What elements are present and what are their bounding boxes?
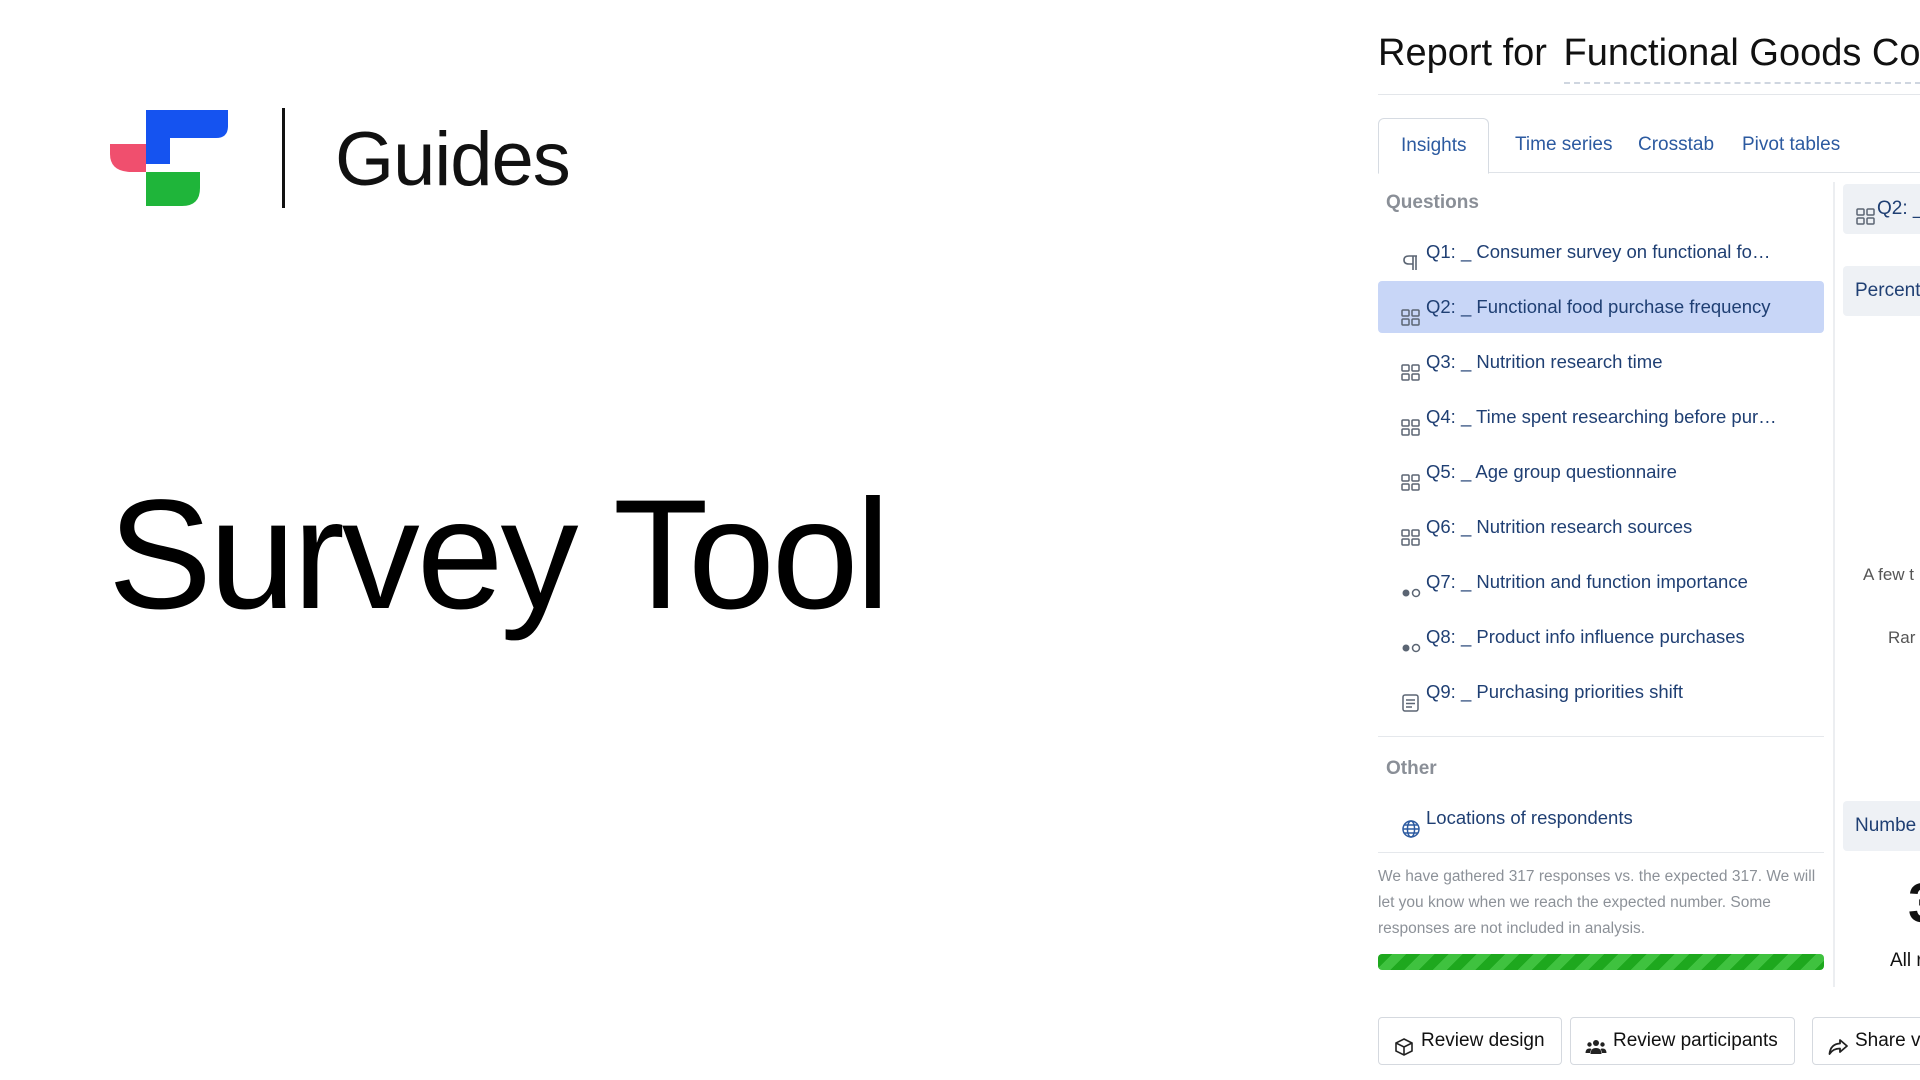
section-divider — [1378, 852, 1824, 853]
respondent-count: 3 — [1908, 870, 1920, 935]
grid-icon — [1400, 296, 1422, 326]
detail-question-tab[interactable]: Q2: _ — [1843, 184, 1920, 234]
detail-percent-tab[interactable]: Percent — [1843, 266, 1920, 316]
brand-logo — [110, 110, 228, 206]
review-participants-button[interactable]: Review participants — [1570, 1017, 1795, 1065]
company-name-field[interactable]: Functional Goods Co — [1563, 28, 1920, 84]
report-tabs: Insights Time series Crosstab Pivot tabl… — [1378, 118, 1920, 174]
grid-icon — [1855, 197, 1877, 225]
brand-divider — [282, 108, 285, 208]
paragraph-icon — [1400, 241, 1422, 271]
cube-icon — [1393, 1029, 1415, 1056]
other-item-locations[interactable]: Locations of respondents — [1378, 792, 1824, 844]
page-title: Survey Tool — [108, 468, 890, 642]
questions-heading: Questions — [1386, 192, 1479, 213]
radio-icon — [1400, 626, 1422, 653]
question-item-q7[interactable]: Q7: _ Nutrition and function importance — [1378, 556, 1824, 608]
tab-pivot-tables[interactable]: Pivot tables — [1720, 118, 1862, 172]
detail-number-tab[interactable]: Numbe — [1843, 801, 1920, 851]
question-item-q8[interactable]: Q8: _ Product info influence purchases — [1378, 611, 1824, 663]
tab-insights[interactable]: Insights — [1378, 118, 1490, 174]
question-item-q4[interactable]: Q4: _ Time spent researching before pur… — [1378, 391, 1824, 443]
section-label: Guides — [335, 117, 571, 202]
review-design-button[interactable]: Review design — [1378, 1017, 1562, 1065]
other-heading: Other — [1386, 758, 1437, 779]
list-icon — [1400, 681, 1422, 712]
section-divider — [1378, 736, 1824, 737]
title-divider — [1378, 94, 1920, 95]
grid-icon — [1400, 406, 1422, 436]
tab-time-series[interactable]: Time series — [1493, 118, 1634, 172]
question-item-q1[interactable]: Q1: _ Consumer survey on functional fo… — [1378, 226, 1824, 278]
question-item-q3[interactable]: Q3: _ Nutrition research time — [1378, 336, 1824, 388]
share-button[interactable]: Share v — [1812, 1017, 1920, 1065]
question-item-q5[interactable]: Q5: _ Age group questionnaire — [1378, 446, 1824, 498]
grid-icon — [1400, 516, 1422, 546]
grid-icon — [1400, 351, 1422, 381]
users-icon — [1585, 1029, 1607, 1054]
question-item-q2[interactable]: Q2: _ Functional food purchase frequency — [1378, 281, 1824, 333]
report-title-prefix: Report for — [1378, 32, 1547, 74]
all-respondents-label: All r — [1890, 950, 1920, 971]
column-divider — [1833, 182, 1835, 987]
tab-crosstab[interactable]: Crosstab — [1616, 118, 1736, 172]
chart-label-rare: Rar — [1888, 628, 1916, 647]
grid-icon — [1400, 461, 1422, 491]
chart-label-few: A few t — [1863, 565, 1915, 584]
question-item-q9[interactable]: Q9: _ Purchasing priorities shift — [1378, 666, 1824, 718]
responses-progress-bar — [1378, 954, 1824, 970]
report-panel: Report for Functional Goods Co Insights … — [1360, 0, 1920, 1080]
globe-icon — [1400, 807, 1422, 838]
radio-icon — [1400, 571, 1422, 598]
responses-note: We have gathered 317 responses vs. the e… — [1378, 868, 1816, 937]
share-icon — [1827, 1029, 1849, 1055]
report-title: Report for Functional Goods Co — [1378, 28, 1920, 84]
question-item-q6[interactable]: Q6: _ Nutrition research sources — [1378, 501, 1824, 553]
